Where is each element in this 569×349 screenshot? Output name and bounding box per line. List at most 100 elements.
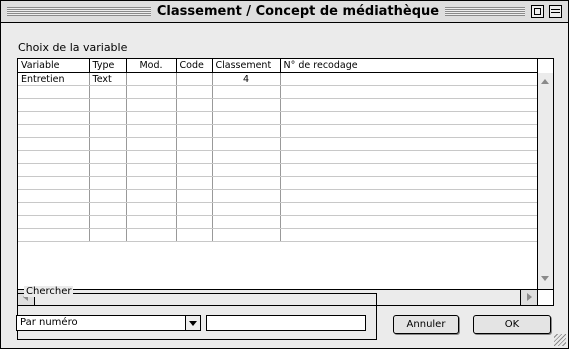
table-cell[interactable]	[176, 202, 213, 216]
table-cell[interactable]	[280, 137, 538, 151]
table-cell[interactable]	[280, 124, 538, 138]
table-row[interactable]	[18, 189, 538, 203]
table-cell[interactable]	[280, 189, 538, 203]
table-cell[interactable]	[126, 228, 177, 242]
table-cell[interactable]	[89, 163, 127, 177]
collapse-box-icon[interactable]	[549, 5, 562, 18]
table-row[interactable]	[18, 98, 538, 112]
table-cell[interactable]	[280, 215, 538, 229]
table-cell[interactable]	[89, 150, 127, 164]
table-cell[interactable]	[176, 111, 213, 125]
table-cell[interactable]	[89, 124, 127, 138]
table-row[interactable]	[18, 228, 538, 242]
table-cell[interactable]	[126, 98, 177, 112]
table-cell[interactable]	[89, 176, 127, 190]
table-cell[interactable]	[212, 111, 281, 125]
title-bar[interactable]: Classement / Concept de médiathèque	[1, 1, 568, 23]
dropdown-arrow-icon[interactable]	[185, 316, 200, 330]
table-cell[interactable]	[126, 176, 177, 190]
cell-variable[interactable]: Entretien	[18, 72, 90, 86]
table-cell[interactable]	[89, 111, 127, 125]
table-cell[interactable]	[176, 124, 213, 138]
table-row[interactable]	[18, 137, 538, 151]
table-cell[interactable]	[212, 98, 281, 112]
table-cell[interactable]	[280, 176, 538, 190]
table-cell[interactable]	[126, 111, 177, 125]
search-input[interactable]	[206, 315, 366, 331]
table-cell[interactable]	[212, 202, 281, 216]
table-cell[interactable]	[176, 150, 213, 164]
table-row[interactable]	[18, 124, 538, 138]
cell-recodage[interactable]	[280, 72, 538, 86]
table-cell[interactable]	[280, 98, 538, 112]
search-mode-select[interactable]: Par numéro	[16, 315, 201, 331]
table-cell[interactable]	[176, 189, 213, 203]
table-cell[interactable]	[280, 202, 538, 216]
table-cell[interactable]	[126, 202, 177, 216]
table-cell[interactable]	[176, 176, 213, 190]
table-cell[interactable]	[18, 150, 90, 164]
table-cell[interactable]	[89, 137, 127, 151]
table-cell[interactable]	[280, 85, 538, 99]
table-cell[interactable]	[280, 163, 538, 177]
table-cell[interactable]	[176, 85, 213, 99]
table-cell[interactable]	[126, 137, 177, 151]
table-cell[interactable]	[89, 228, 127, 242]
table-row[interactable]	[18, 111, 538, 125]
column-header-type[interactable]: Type	[89, 59, 127, 73]
cell-classement[interactable]: 4	[212, 72, 281, 86]
cell-code[interactable]	[176, 72, 213, 86]
table-cell[interactable]	[126, 124, 177, 138]
table-cell[interactable]	[212, 228, 281, 242]
table-cell[interactable]	[18, 163, 90, 177]
table-cell[interactable]	[89, 215, 127, 229]
table-cell[interactable]	[280, 150, 538, 164]
table-cell[interactable]	[89, 202, 127, 216]
column-header-recodage[interactable]: N° de recodage	[280, 59, 538, 73]
table-cell[interactable]	[126, 163, 177, 177]
ok-button[interactable]: OK	[473, 315, 551, 334]
table-cell[interactable]	[126, 150, 177, 164]
table-cell[interactable]	[212, 189, 281, 203]
table-cell[interactable]	[18, 124, 90, 138]
table-cell[interactable]	[176, 98, 213, 112]
cell-mod[interactable]	[126, 72, 177, 86]
table-cell[interactable]	[18, 98, 90, 112]
zoom-box-icon[interactable]	[531, 5, 544, 18]
table-row[interactable]	[18, 215, 538, 229]
table-cell[interactable]	[176, 228, 213, 242]
table-cell[interactable]	[212, 163, 281, 177]
column-header-variable[interactable]: Variable	[18, 59, 90, 73]
scroll-right-button[interactable]	[520, 290, 537, 305]
resize-grip-icon[interactable]	[554, 334, 566, 346]
table-cell[interactable]	[18, 189, 90, 203]
table-cell[interactable]	[126, 189, 177, 203]
table-cell[interactable]	[212, 176, 281, 190]
table-row[interactable]	[18, 176, 538, 190]
table-cell[interactable]	[18, 202, 90, 216]
table-cell[interactable]	[18, 215, 90, 229]
table-cell[interactable]	[176, 163, 213, 177]
cell-type[interactable]: Text	[89, 72, 127, 86]
table-cell[interactable]	[212, 85, 281, 99]
table-cell[interactable]	[126, 85, 177, 99]
scroll-down-arrow-icon[interactable]	[541, 276, 549, 281]
table-cell[interactable]	[89, 189, 127, 203]
table-cell[interactable]	[176, 215, 213, 229]
column-header-code[interactable]: Code	[176, 59, 213, 73]
table-row[interactable]	[18, 163, 538, 177]
vertical-scrollbar[interactable]	[537, 73, 553, 289]
scroll-up-arrow-icon[interactable]	[541, 79, 549, 84]
table-row[interactable]	[18, 150, 538, 164]
table-cell[interactable]	[212, 150, 281, 164]
table-cell[interactable]	[280, 111, 538, 125]
table-row[interactable]	[18, 202, 538, 216]
column-header-classement[interactable]: Classement	[212, 59, 281, 73]
table-cell[interactable]	[89, 85, 127, 99]
table-cell[interactable]	[280, 228, 538, 242]
table-cell[interactable]	[18, 85, 90, 99]
table-cell[interactable]	[18, 228, 90, 242]
table-cell[interactable]	[212, 137, 281, 151]
table-cell[interactable]	[212, 215, 281, 229]
table-cell[interactable]	[89, 98, 127, 112]
